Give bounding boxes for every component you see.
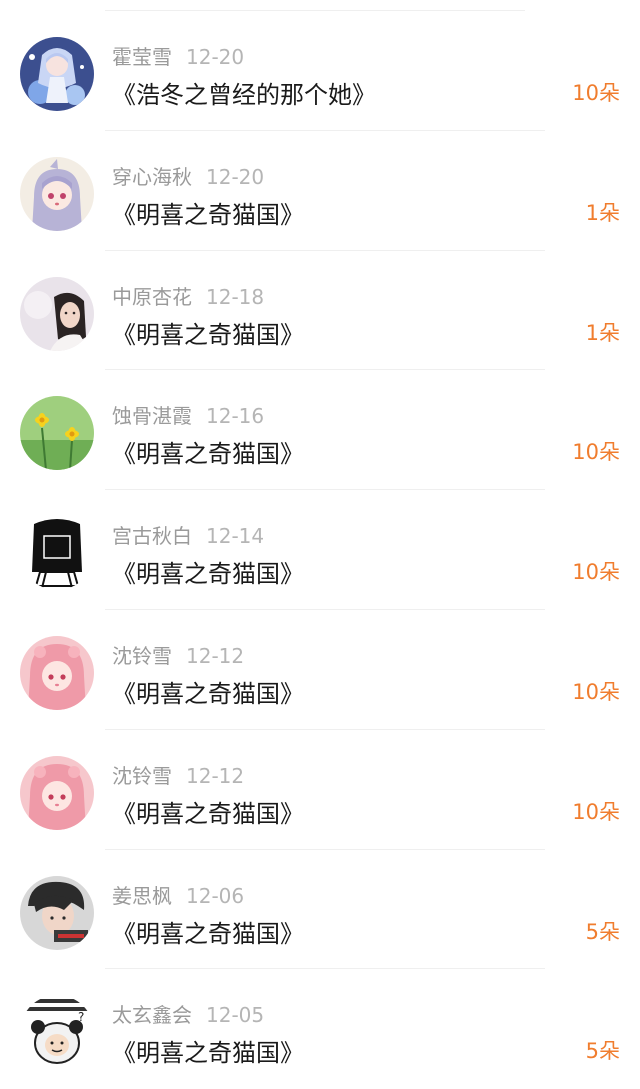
book-title[interactable]: 《明喜之奇猫国》 <box>112 195 304 230</box>
flower-count: 5朵 <box>585 1039 620 1064</box>
list-item[interactable]: 宫古秋白 12-14 《明喜之奇猫国》 10朵 <box>0 490 640 610</box>
record-date: 12-14 <box>206 524 265 549</box>
flower-count: 10朵 <box>572 799 620 824</box>
book-title[interactable]: 《明喜之奇猫国》 <box>112 1033 304 1068</box>
list-item[interactable]: 沈铃雪 12-12 《明喜之奇猫国》 10朵 <box>0 610 640 730</box>
user-name[interactable]: 中原杏花 <box>112 285 192 309</box>
black-silhouette-girl-avatar[interactable] <box>20 516 94 591</box>
record-meta: 霍莹雪 12-20 <box>112 41 244 69</box>
anime-girl-lilac-hair-avatar[interactable] <box>20 156 94 231</box>
record-meta: 蚀骨湛霞 12-16 <box>112 400 264 428</box>
book-title[interactable]: 《明喜之奇猫国》 <box>112 794 304 829</box>
record-meta: 姜思枫 12-06 <box>112 880 244 908</box>
book-title[interactable]: 《明喜之奇猫国》 <box>112 434 304 469</box>
yellow-flowers-avatar[interactable] <box>20 396 94 471</box>
svg-text:?: ? <box>78 1010 84 1024</box>
user-name[interactable]: 太玄鑫会 <box>112 1003 192 1027</box>
record-meta: 沈铃雪 12-12 <box>112 760 244 788</box>
boy-photo-avatar[interactable] <box>20 875 94 950</box>
list-item[interactable]: 穿心海秋 12-20 《明喜之奇猫国》 1朵 <box>0 131 640 251</box>
record-meta: 穿心海秋 12-20 <box>112 161 264 189</box>
flower-count: 10朵 <box>572 679 620 704</box>
record-meta: 沈铃雪 12-12 <box>112 640 244 668</box>
user-name[interactable]: 穿心海秋 <box>112 165 192 189</box>
list-item[interactable]: 霍莹雪 12-20 《浩冬之曾经的那个她》 10朵 <box>0 11 640 131</box>
flower-count: 10朵 <box>572 81 620 105</box>
book-title[interactable]: 《明喜之奇猫国》 <box>112 315 304 350</box>
record-meta: 太玄鑫会 12-05 <box>112 999 264 1027</box>
girl-photo-avatar[interactable] <box>20 276 94 351</box>
record-meta: 宫古秋白 12-14 <box>112 520 264 548</box>
flower-count: 1朵 <box>585 320 620 345</box>
user-name[interactable]: 霍莹雪 <box>112 45 172 69</box>
anime-girl-blue-avatar[interactable] <box>20 37 94 111</box>
gift-record-list: 霍莹雪 12-20 《浩冬之曾经的那个她》 10朵 穿心海秋 12-20 《明喜之奇… <box>0 11 640 1089</box>
record-date: 12-12 <box>186 643 245 668</box>
record-date: 12-16 <box>206 404 265 429</box>
record-date: 12-12 <box>186 763 245 788</box>
user-name[interactable]: 姜思枫 <box>112 884 172 908</box>
record-date: 12-05 <box>206 1003 265 1028</box>
record-date: 12-06 <box>186 883 245 908</box>
record-date: 12-18 <box>206 284 265 309</box>
record-date: 12-20 <box>186 45 245 69</box>
list-item[interactable]: 姜思枫 12-06 《明喜之奇猫国》 5朵 <box>0 850 640 970</box>
user-name[interactable]: 沈铃雪 <box>112 644 172 668</box>
user-name[interactable]: 沈铃雪 <box>112 764 172 788</box>
record-date: 12-20 <box>206 164 265 189</box>
flower-count: 10朵 <box>572 440 620 465</box>
record-meta: 中原杏花 12-18 <box>112 281 264 309</box>
book-title[interactable]: 《浩冬之曾经的那个她》 <box>112 75 376 110</box>
anime-girl-pink-avatar[interactable] <box>20 755 94 830</box>
anime-girl-pink-avatar[interactable] <box>20 635 94 710</box>
list-item[interactable]: ? 太玄鑫会 12-05 《明喜之奇猫国》 5朵 <box>0 969 640 1089</box>
flower-count: 10朵 <box>572 560 620 585</box>
list-item[interactable]: 蚀骨湛霞 12-16 《明喜之奇猫国》 10朵 <box>0 370 640 491</box>
flower-count: 1朵 <box>585 200 620 225</box>
user-name[interactable]: 宫古秋白 <box>112 524 192 548</box>
panda-meme-avatar[interactable]: ? <box>20 995 94 1070</box>
book-title[interactable]: 《明喜之奇猫国》 <box>112 914 304 949</box>
book-title[interactable]: 《明喜之奇猫国》 <box>112 554 304 589</box>
book-title[interactable]: 《明喜之奇猫国》 <box>112 674 304 709</box>
list-item[interactable]: 中原杏花 12-18 《明喜之奇猫国》 1朵 <box>0 251 640 371</box>
user-name[interactable]: 蚀骨湛霞 <box>112 404 192 428</box>
list-item[interactable]: 沈铃雪 12-12 《明喜之奇猫国》 10朵 <box>0 730 640 850</box>
flower-count: 5朵 <box>585 919 620 944</box>
